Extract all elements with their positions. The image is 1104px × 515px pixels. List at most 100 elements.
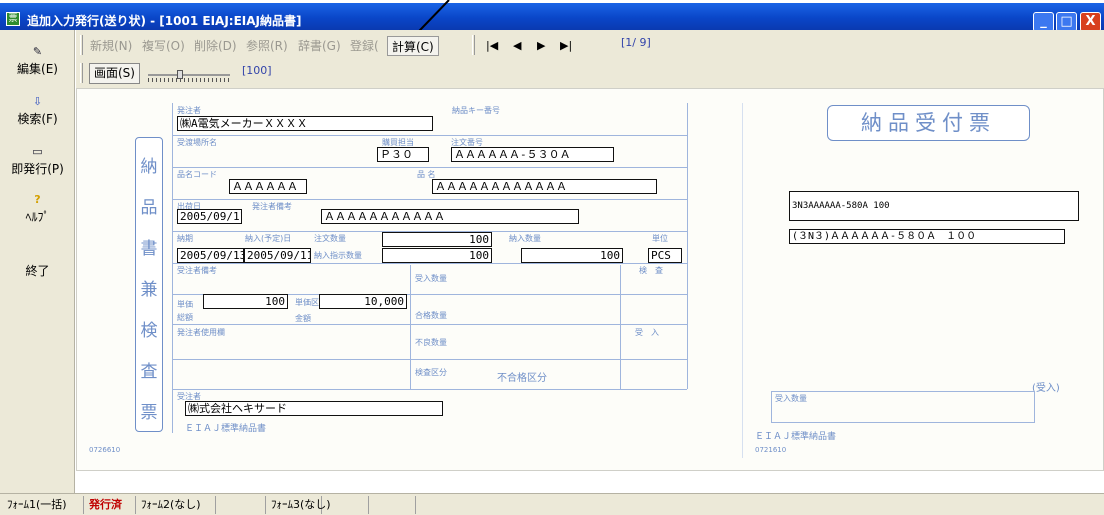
total-label: 総額: [177, 313, 193, 322]
vertical-title-char: 兼: [140, 280, 158, 300]
receipt-separator: [742, 103, 743, 458]
due-date-field[interactable]: 2005/09/13: [177, 248, 244, 263]
page-indicator: [1/ 9]: [621, 36, 651, 49]
item-name-field[interactable]: ＡＡＡＡＡＡＡＡＡＡＡＡ: [432, 179, 657, 194]
receipt-footer-label: ＥＩＡＪ標準納品書: [755, 432, 837, 442]
delete-button[interactable]: 削除(D): [194, 36, 237, 56]
sidebar-item-print[interactable]: ▭ 即発行(P): [0, 146, 75, 177]
ship-date-field[interactable]: 2005/09/11: [177, 209, 242, 224]
form-footer-label: ＥＩＡＪ標準納品書: [185, 424, 267, 434]
search-down-icon: ⇩: [32, 95, 43, 108]
receipt-stamp-label: (受入): [1032, 383, 1060, 394]
grid-line: [172, 199, 687, 200]
status-form1: ﾌｫｰﾑ1(一括): [4, 496, 84, 514]
form-code-right: 0721610: [755, 446, 787, 454]
instruction-qty-field[interactable]: 100: [382, 248, 492, 263]
close-button[interactable]: X: [1080, 12, 1101, 32]
toolbar-grip: [80, 35, 83, 55]
orderer-memo-field[interactable]: ＡＡＡＡＡＡＡＡＡＡＡ: [321, 209, 579, 224]
first-page-icon[interactable]: |◀: [486, 36, 498, 56]
vertical-title-char: 検: [140, 321, 158, 341]
zoom-label-button[interactable]: 画面(S): [89, 63, 140, 84]
help-icon: ?: [34, 193, 41, 206]
grid-line: [172, 167, 687, 168]
minimize-button[interactable]: _: [1033, 12, 1054, 32]
print-icon: ▭: [32, 145, 43, 158]
last-page-icon[interactable]: ▶|: [560, 36, 572, 56]
unit-label: 単位: [652, 234, 668, 243]
toolbar-row-commands: 新規(N) 複写(O) 削除(D) 参照(R) 辞書(G) 登録( 計算(C) …: [76, 32, 1104, 58]
zoom-slider-ticks: [148, 78, 230, 82]
planned-date-field[interactable]: 2005/09/11: [244, 248, 311, 263]
amount-field[interactable]: 10,000: [319, 294, 407, 309]
status-form2: ﾌｫｰﾑ2(なし): [138, 496, 216, 514]
maximize-button[interactable]: □: [1056, 12, 1077, 32]
amount-label: 金額: [295, 314, 311, 323]
vertical-form-title: 納 品 書 兼 検 査 票: [135, 137, 163, 432]
grid-line: [410, 265, 411, 389]
reject-qty-label: 不良数量: [415, 338, 447, 347]
status-empty3: [371, 496, 416, 514]
receiver-memo-label: 受注者備考: [177, 266, 217, 275]
status-empty2: [324, 496, 369, 514]
inspection-label: 検 査: [639, 266, 663, 275]
toolbar-grip: [472, 35, 475, 55]
sidebar-item-exit[interactable]: 終了: [0, 262, 75, 279]
receipt-line2-field[interactable]: (３N３)ＡＡＡＡＡＡ-５８０Ａ １００: [789, 229, 1065, 244]
item-code-label: 品名コード: [177, 170, 217, 179]
sidebar: ✎ 編集(E) ⇩ 検索(F) ▭ 即発行(P) ? ﾍﾙﾌﾟ 終了: [0, 30, 75, 493]
status-bar: ﾌｫｰﾑ1(一括) 発行済 ﾌｫｰﾑ2(なし) ﾌｫｰﾑ3(なし): [0, 493, 1104, 515]
order-qty-field[interactable]: 100: [382, 232, 492, 247]
status-empty1: [218, 496, 266, 514]
zoom-slider[interactable]: [148, 70, 230, 82]
grid-line: [172, 135, 687, 136]
unit-field[interactable]: PCS: [648, 248, 682, 263]
grid-line: [620, 265, 621, 389]
delivery-qty-field[interactable]: 100: [521, 248, 623, 263]
orderer-label: 発注者: [177, 106, 201, 115]
next-page-icon[interactable]: ▶: [537, 36, 545, 56]
item-code-field[interactable]: ＡＡＡＡＡＡ: [229, 179, 307, 194]
vertical-title-char: 品: [140, 198, 158, 218]
receipt-accept-qty-label: 受入数量: [775, 394, 807, 403]
zoom-slider-thumb[interactable]: [177, 70, 183, 79]
pass-qty-label: 合格数量: [415, 311, 447, 320]
grid-line: [172, 324, 687, 325]
receipt-title: 納品受付票: [827, 105, 1030, 141]
due-date-label: 納期: [177, 234, 193, 243]
form-preview-canvas: 納 品 書 兼 検 査 票 発注者 ㈱A電気メーカーＸＸＸＸ 納品キー番号 受渡…: [76, 88, 1104, 471]
orderer-use-label: 発注者使用欄: [177, 328, 225, 337]
purchase-group-field[interactable]: Ｐ３０: [377, 147, 429, 162]
register-button[interactable]: 登録(: [350, 36, 379, 56]
orderer-memo-label: 発注者備考: [252, 202, 292, 211]
receive-place-label: 受渡場所名: [177, 138, 217, 147]
calculate-button[interactable]: 計算(C): [387, 36, 439, 56]
order-no-field[interactable]: ＡＡＡＡＡＡ-５３０Ａ: [451, 147, 614, 162]
sidebar-item-label: 終了: [25, 264, 50, 278]
vertical-title-char: 査: [140, 362, 158, 382]
reference-button[interactable]: 参照(R): [246, 36, 288, 56]
sidebar-item-search[interactable]: ⇩ 検索(F): [0, 96, 75, 127]
vertical-title-char: 書: [140, 239, 158, 259]
orderer-field[interactable]: ㈱A電気メーカーＸＸＸＸ: [177, 116, 433, 131]
accept-qty-label: 受入数量: [415, 274, 447, 283]
dictionary-button[interactable]: 辞書(G): [298, 36, 341, 56]
toolbar-row-zoom: 画面(S) [100]: [76, 60, 1104, 86]
title-bar-background: 票 追加入力発行(送り状) - [1001 EIAJ:EIAJ納品書] _ □ …: [0, 3, 1104, 32]
grid-line: [172, 359, 687, 360]
app-icon: 票: [6, 12, 20, 26]
vertical-title-char: 票: [140, 403, 158, 423]
receipt-line1-field[interactable]: 3N3AAAAAA-580A 100: [789, 191, 1079, 221]
unit-price-field[interactable]: 100: [203, 294, 288, 309]
planned-date-label: 納入(予定)日: [245, 234, 292, 243]
prev-page-icon[interactable]: ◀: [513, 36, 521, 56]
sidebar-item-label: 検索(F): [17, 112, 58, 126]
delivery-no-label: 納品キー番号: [452, 106, 500, 115]
sidebar-item-edit[interactable]: ✎ 編集(E): [0, 46, 75, 77]
copy-button[interactable]: 複写(O): [142, 36, 185, 56]
sidebar-item-help[interactable]: ? ﾍﾙﾌﾟ: [0, 194, 75, 225]
zoom-value: [100]: [242, 64, 272, 77]
grid-line: [172, 263, 687, 264]
new-button[interactable]: 新規(N): [90, 36, 132, 56]
receiver-field[interactable]: ㈱式会社ヘキサード: [185, 401, 443, 416]
